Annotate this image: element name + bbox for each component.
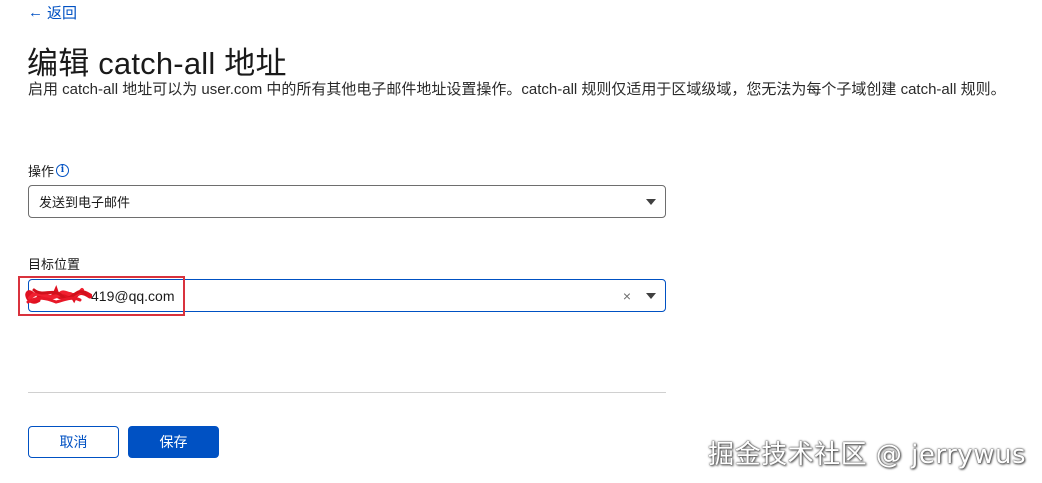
- destination-field-label: 目标位置: [28, 254, 80, 273]
- page-description: 启用 catch-all 地址可以为 user.com 中的所有其他电子邮件地址…: [28, 81, 1006, 98]
- back-link-label: 返回: [47, 5, 78, 22]
- info-icon[interactable]: i: [56, 164, 70, 177]
- form-divider: [28, 392, 666, 393]
- page-title: 编辑 catch-all 地址: [27, 46, 287, 81]
- destination-select-value: 419@qq.com: [91, 287, 175, 304]
- left-arrow-icon: ←: [28, 4, 43, 21]
- destination-select[interactable]: 419@qq.com ×: [28, 279, 666, 312]
- watermark-text: 掘金技术社区 @ jerrywus: [708, 440, 1026, 470]
- clear-x-icon[interactable]: ×: [623, 289, 631, 303]
- back-link[interactable]: ← 返回: [28, 2, 77, 23]
- action-field-label: 操作 i: [28, 161, 70, 180]
- edit-catch-all-page: ← 返回 编辑 catch-all 地址 启用 catch-all 地址可以为 …: [0, 0, 1042, 483]
- caret-down-icon[interactable]: [646, 292, 656, 299]
- caret-down-icon: [646, 198, 656, 205]
- destination-label-text: 目标位置: [28, 257, 81, 272]
- action-label-text: 操作: [28, 164, 55, 179]
- action-select-value: 发送到电子邮件: [39, 195, 131, 210]
- cancel-button[interactable]: 取消: [28, 426, 119, 458]
- action-select[interactable]: 发送到电子邮件: [28, 185, 666, 218]
- save-button[interactable]: 保存: [128, 426, 219, 458]
